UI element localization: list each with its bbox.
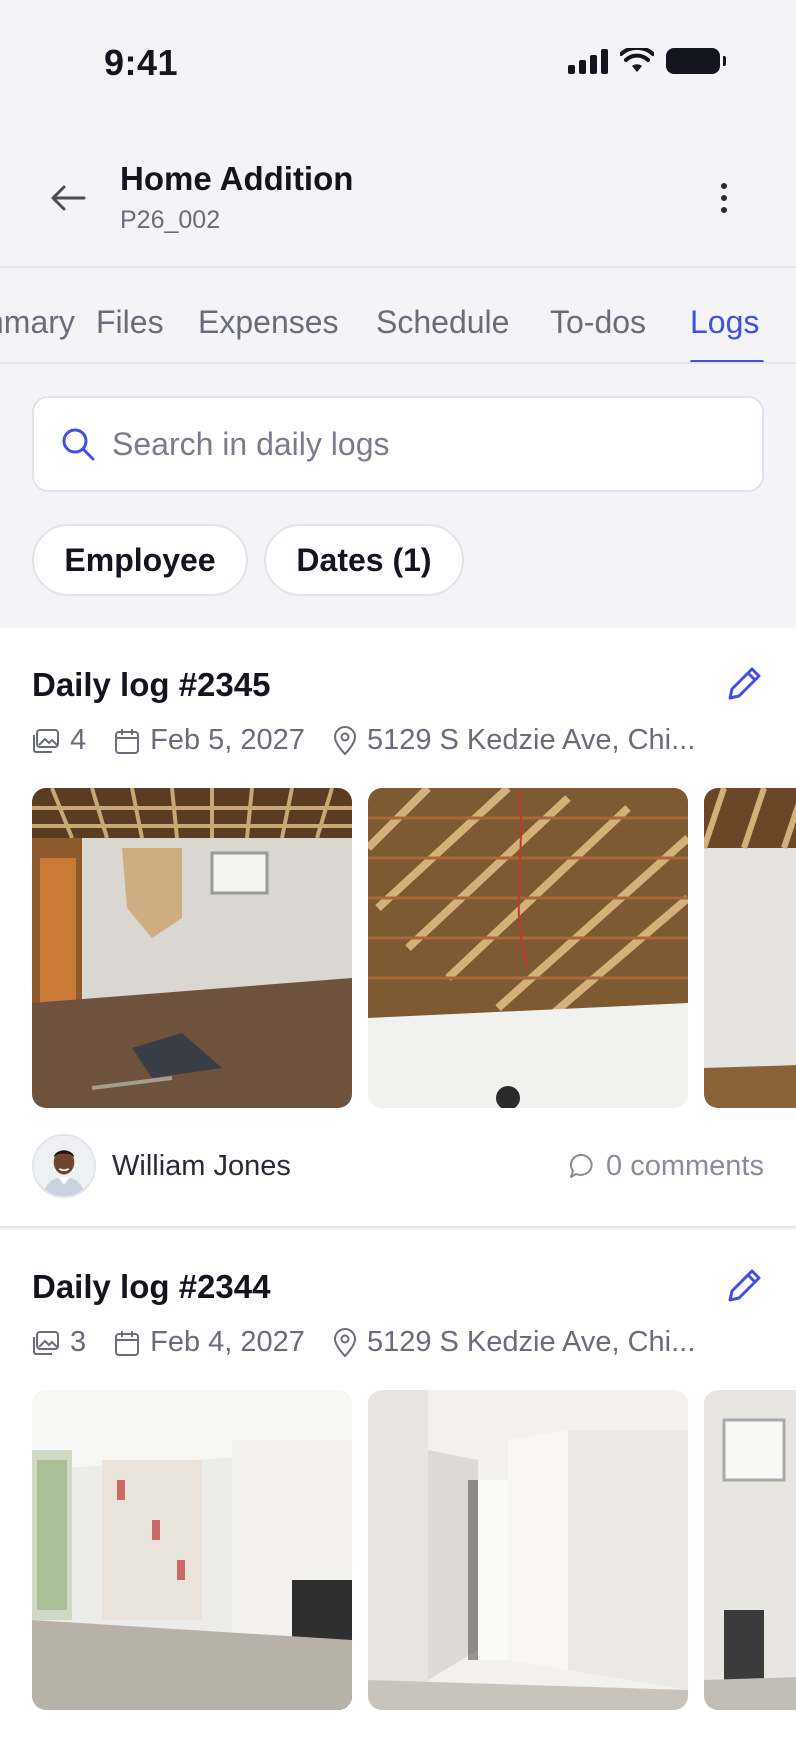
kitchen-photo [32, 1390, 352, 1710]
tab-to-dos[interactable]: To-dos [550, 304, 646, 341]
log-date: Feb 4, 2027 [114, 1326, 305, 1359]
search-box[interactable] [32, 396, 764, 492]
log-photo[interactable] [704, 788, 796, 1108]
hallway-photo [368, 1390, 688, 1710]
tab-summary[interactable]: Summary [0, 304, 75, 341]
comments-link[interactable]: 0 comments [568, 1150, 764, 1183]
comments-count: 0 comments [606, 1149, 764, 1182]
status-time: 9:41 [104, 42, 179, 83]
photo-count-value: 4 [70, 724, 87, 756]
project-title: Home Addition [120, 160, 354, 197]
edit-pencil-icon[interactable] [722, 1264, 766, 1308]
more-dot [721, 183, 727, 189]
log-title: Daily log #2344 [32, 1268, 271, 1305]
arrow-left-icon [51, 185, 86, 211]
tab-expenses[interactable]: Expenses [198, 304, 339, 341]
renovation-room-photo [32, 788, 352, 1108]
log-address: 5129 S Kedzie Ave, Chi... [333, 724, 695, 757]
room-wall-photo [704, 1390, 796, 1710]
search-icon [62, 428, 95, 461]
calendar-icon [115, 1330, 140, 1356]
photo-carousel [32, 1390, 796, 1710]
dates-filter-chip[interactable]: Dates (1) [264, 524, 464, 596]
cellular-signal-icon [568, 48, 608, 74]
room-corner-photo [704, 788, 796, 1108]
avatar[interactable] [32, 1134, 96, 1198]
comment-bubble-icon [570, 1153, 593, 1178]
battery-icon [666, 48, 726, 74]
exposed-ceiling-photo [368, 788, 688, 1108]
log-meta: 4 Feb 5, 2027 5129 S Kedzie Ave, Chi... [32, 724, 723, 757]
status-icons [568, 48, 726, 74]
author-name[interactable]: William Jones [112, 1150, 291, 1183]
location-pin-icon [333, 725, 356, 755]
photo-count-value: 3 [70, 1326, 87, 1358]
tab-bar: Summary Files Expenses Schedule To-dos L… [0, 268, 796, 364]
edit-pencil-icon[interactable] [722, 662, 766, 706]
log-address-value: 5129 S Kedzie Ave, Chi... [366, 724, 696, 756]
log-photo[interactable] [704, 1390, 796, 1710]
log-date: Feb 5, 2027 [114, 724, 305, 757]
more-options-button[interactable] [702, 176, 746, 220]
search-input[interactable] [112, 425, 712, 463]
log-date-value: Feb 4, 2027 [150, 1326, 305, 1358]
photo-count: 3 [32, 1326, 86, 1359]
app-header: Home Addition P26_002 [0, 150, 796, 266]
more-dot [721, 195, 727, 201]
photo-carousel [32, 788, 796, 1108]
log-date-value: Feb 5, 2027 [150, 724, 305, 756]
log-photo[interactable] [368, 788, 688, 1108]
tab-files[interactable]: Files [96, 304, 164, 341]
daily-log-card[interactable]: Daily log #2344 3 Feb 4, 2027 5129 S Ked… [0, 1230, 796, 1750]
log-footer: William Jones 0 comments [32, 1134, 764, 1198]
active-tab-indicator [690, 360, 764, 362]
author-avatar-image [34, 1136, 94, 1196]
log-title: Daily log #2345 [32, 666, 271, 703]
images-icon [33, 728, 59, 753]
images-icon [33, 1330, 59, 1355]
daily-log-card[interactable]: Daily log #2345 4 Feb 5, 2027 5129 S Ked… [0, 628, 796, 1228]
photo-count: 4 [32, 724, 86, 757]
calendar-icon [115, 728, 140, 754]
project-code: P26_002 [120, 206, 221, 234]
log-photo[interactable] [32, 788, 352, 1108]
log-photo[interactable] [32, 1390, 352, 1710]
status-bar: 9:41 [0, 0, 796, 130]
log-photo[interactable] [368, 1390, 688, 1710]
wifi-icon [620, 48, 654, 72]
screen: 9:41 Home Addition P26_002 mary Files Ex… [0, 0, 796, 1750]
log-address-value: 5129 S Kedzie Ave, Chi... [366, 1326, 696, 1358]
tab-logs[interactable]: Logs [690, 304, 759, 341]
log-address: 5129 S Kedzie Ave, Chi... [333, 1326, 695, 1359]
location-pin-icon [333, 1327, 356, 1357]
log-meta: 3 Feb 4, 2027 5129 S Kedzie Ave, Chi... [32, 1326, 723, 1359]
more-dot [721, 207, 727, 213]
employee-filter-chip[interactable]: Employee [32, 524, 248, 596]
back-button[interactable] [46, 176, 90, 220]
tab-schedule[interactable]: Schedule [376, 304, 509, 341]
